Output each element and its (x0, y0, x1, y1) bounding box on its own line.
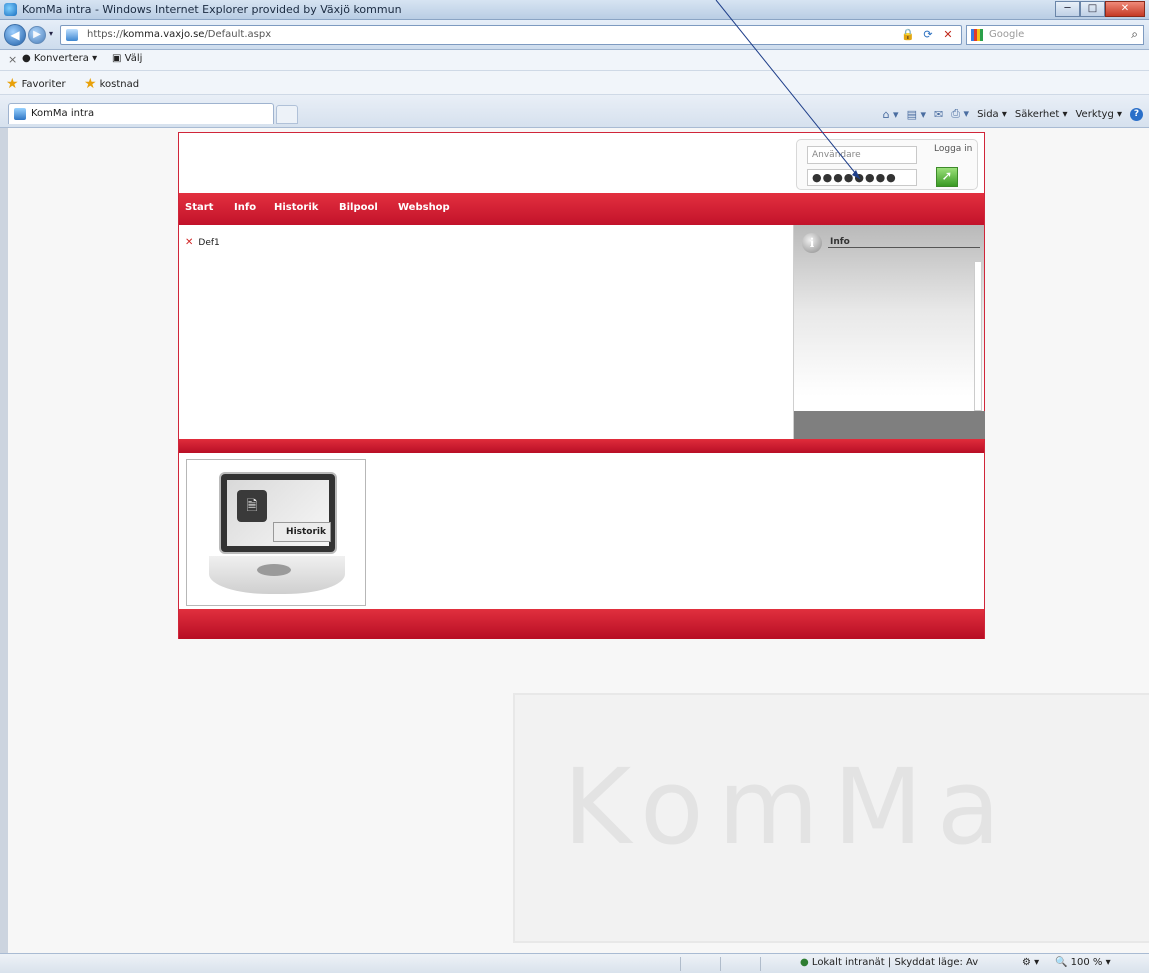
password-input[interactable]: ●●●●●●●● (807, 169, 917, 186)
security-zone[interactable]: ● Lokalt intranät | Skyddat läge: Av (800, 957, 978, 968)
command-bar: × ● Konvertera ▾ ▣ Välj (0, 50, 1149, 71)
status-bar: ● Lokalt intranät | Skyddat läge: Av ⚙ ▾… (0, 953, 1149, 973)
safety-menu[interactable]: Säkerhet ▾ (1015, 109, 1068, 120)
konvertera-menu[interactable]: ● Konvertera ▾ (22, 53, 97, 64)
background-watermark: KomMa (563, 746, 1015, 868)
zoom-control[interactable]: 🔍 100 % ▾ (1055, 957, 1111, 968)
feeds-icon[interactable]: ▤ ▾ (907, 108, 926, 121)
tab-komma-intra[interactable]: KomMa intra (8, 103, 274, 124)
site-navbar: Start Info Historik Bilpool Webshop (179, 193, 984, 225)
url-field[interactable]: https://komma.vaxjo.se/Default.aspx 🔒 ⟳ … (60, 25, 962, 45)
print-icon[interactable]: ⎙ ▾ (951, 107, 969, 121)
close-toolbar-icon[interactable]: × (8, 53, 17, 66)
maximize-button[interactable]: □ (1080, 1, 1105, 17)
broken-image-icon: ✕ (185, 237, 194, 248)
site-header: Användare ●●●●●●●● Logga in ➚ (179, 133, 984, 193)
search-icon[interactable]: ⌕ (1131, 27, 1138, 42)
login-button[interactable]: ➚ (936, 167, 958, 187)
status-separator (720, 957, 721, 971)
new-tab-button[interactable] (276, 105, 298, 124)
ie-icon (4, 3, 17, 16)
status-separator (760, 957, 761, 971)
page-viewport: KomMa Användare ●●●●●●●● Logga in ➚ Star… (0, 128, 1149, 953)
url-text[interactable]: https://komma.vaxjo.se/Default.aspx (87, 29, 271, 40)
forward-button[interactable]: ▶ (28, 26, 46, 44)
intranet-icon: ● (800, 957, 809, 968)
status-separator (680, 957, 681, 971)
stop-icon[interactable]: ✕ (941, 28, 955, 41)
favorites-bar: ★ Favoriter ★ kostnad (0, 71, 1149, 95)
content-item[interactable]: ✕ Def1 (185, 237, 220, 248)
nav-historik[interactable]: Historik (274, 202, 318, 213)
mouse-icon (257, 564, 291, 576)
address-bar: ◀ ▶ ▾ https://komma.vaxjo.se/Default.asp… (0, 20, 1149, 50)
tab-label: KomMa intra (31, 108, 95, 119)
valj-button[interactable]: ▣ Välj (112, 53, 142, 64)
close-button[interactable]: ✕ (1105, 1, 1145, 17)
home-icon[interactable]: ⌂ ▾ (883, 108, 899, 121)
page-icon (66, 29, 78, 41)
favorites-button[interactable]: ★ Favoriter (6, 76, 66, 92)
favorite-link-kostnad[interactable]: ★ kostnad (84, 76, 139, 92)
google-icon (971, 29, 983, 41)
nav-start[interactable]: Start (185, 202, 213, 213)
tab-favicon (14, 108, 26, 120)
shortcut-area: 🗎 Historik (179, 453, 984, 609)
command-tools: ⌂ ▾ ▤ ▾ ✉ ⎙ ▾ Sida ▾ Säkerhet ▾ Verktyg … (883, 107, 1143, 121)
document-icon: 🗎 (237, 490, 267, 522)
window-title: KomMa intra - Windows Internet Explorer … (22, 3, 402, 16)
star-icon: ★ (6, 76, 19, 92)
monitor-screen: 🗎 Historik (227, 480, 331, 546)
historik-tile[interactable]: 🗎 Historik (186, 459, 366, 606)
site-container: Användare ●●●●●●●● Logga in ➚ Start Info… (178, 132, 985, 639)
info-icon: i (802, 233, 822, 253)
login-label: Logga in (934, 144, 973, 154)
monitor-illustration: 🗎 Historik (219, 472, 337, 554)
window-titlebar: KomMa intra - Windows Internet Explorer … (0, 0, 1149, 20)
tile-label: Historik (273, 522, 331, 542)
info-panel: i Info (793, 225, 985, 439)
search-field[interactable]: Google ⌕ (966, 25, 1144, 45)
help-icon[interactable]: ? (1130, 107, 1143, 121)
protected-mode-icon[interactable]: ⚙ ▾ (1022, 957, 1039, 968)
minimize-button[interactable]: ─ (1055, 1, 1080, 17)
tools-menu[interactable]: Verktyg ▾ (1075, 109, 1122, 120)
nav-info[interactable]: Info (234, 202, 256, 213)
back-button[interactable]: ◀ (4, 24, 26, 46)
main-content: ✕ Def1 (179, 225, 793, 435)
red-divider (179, 439, 984, 453)
tab-bar: KomMa intra ⌂ ▾ ▤ ▾ ✉ ⎙ ▾ Sida ▾ Säkerhe… (0, 95, 1149, 128)
refresh-icon[interactable]: ⟳ (921, 28, 935, 41)
add-favorite-icon: ★ (84, 76, 97, 92)
nav-webshop[interactable]: Webshop (398, 202, 450, 213)
site-footer (179, 609, 984, 639)
login-box: Användare ●●●●●●●● Logga in ➚ (796, 139, 978, 190)
nav-bilpool[interactable]: Bilpool (339, 202, 378, 213)
info-divider (828, 247, 980, 248)
lock-icon[interactable]: 🔒 (901, 28, 915, 41)
search-placeholder: Google (989, 29, 1025, 40)
monitor-stand (209, 556, 345, 594)
content-item-label: Def1 (198, 237, 220, 248)
username-input[interactable]: Användare (807, 146, 917, 164)
history-dropdown-icon[interactable]: ▾ (49, 29, 57, 38)
url-tools: 🔒 ⟳ ✕ (901, 28, 955, 41)
info-scrollbar[interactable] (974, 261, 982, 411)
info-title[interactable]: Info (830, 237, 850, 247)
page-menu[interactable]: Sida ▾ (977, 109, 1007, 120)
info-panel-footer (794, 411, 985, 439)
window-controls: ─ □ ✕ (1055, 1, 1145, 17)
mail-icon[interactable]: ✉ (934, 108, 943, 121)
